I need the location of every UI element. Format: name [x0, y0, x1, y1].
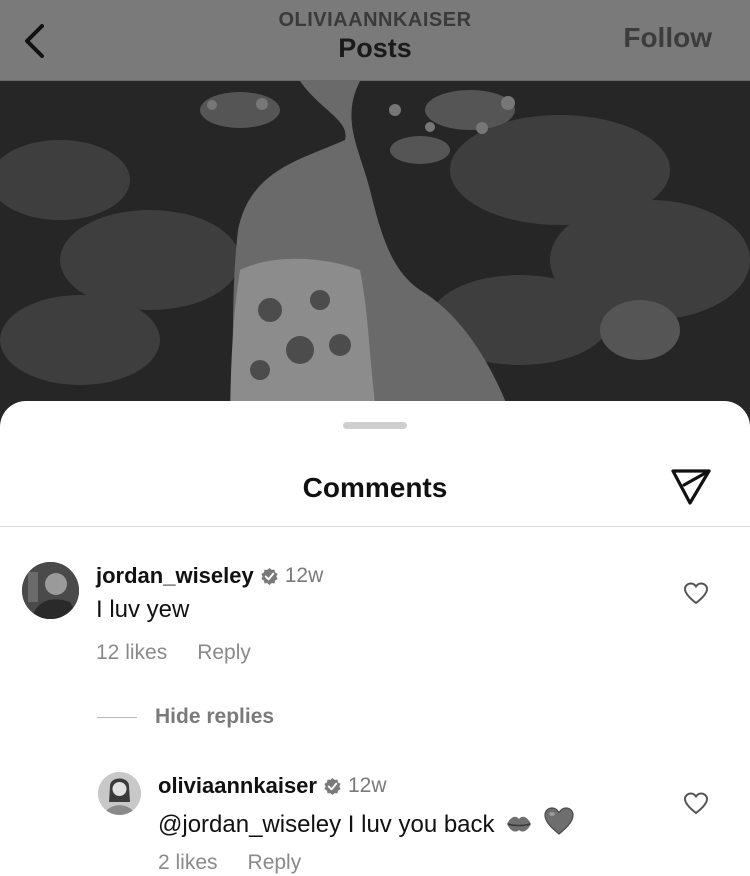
- like-button[interactable]: [683, 792, 709, 816]
- top-header: OLIVIAANNKAISER Posts Follow: [0, 0, 750, 81]
- reply-time: 12w: [347, 774, 387, 797]
- heart-icon: [543, 806, 575, 843]
- hide-replies-button[interactable]: Hide replies: [97, 705, 274, 729]
- comments-title: Comments: [302, 472, 448, 503]
- reply-meta: oliviaannkaiser 12w: [158, 773, 387, 799]
- kiss-mark-icon: [505, 812, 533, 843]
- comments-sheet: Comments jordan_wiseley 12w I luv yew 12…: [0, 401, 750, 876]
- heart-outline-icon: [683, 582, 709, 605]
- sheet-divider: [0, 526, 750, 527]
- comment-meta: jordan_wiseley 12w: [96, 563, 323, 589]
- reply-button[interactable]: Reply: [197, 641, 251, 665]
- reply-actions: 2 likes Reply: [158, 851, 301, 875]
- comment-likes[interactable]: 12 likes: [96, 641, 167, 665]
- comment-actions: 12 likes Reply: [96, 641, 251, 665]
- avatar[interactable]: [98, 772, 141, 815]
- comment-time: 12w: [284, 564, 324, 587]
- heart-outline-icon: [683, 792, 709, 815]
- like-button[interactable]: [683, 582, 709, 606]
- reply-text-row: @jordan_wiseley I luv you back: [158, 806, 575, 843]
- comment-text: I luv yew: [96, 596, 190, 623]
- verified-badge-icon: [323, 777, 342, 796]
- reply-username[interactable]: oliviaannkaiser: [158, 773, 317, 799]
- reply-button[interactable]: Reply: [248, 851, 302, 875]
- verified-badge-icon: [260, 567, 279, 586]
- paper-plane-icon: [671, 469, 711, 505]
- reply-text: @jordan_wiseley I luv you back: [158, 811, 495, 838]
- hide-replies-label: Hide replies: [155, 705, 275, 728]
- comment-username[interactable]: jordan_wiseley: [96, 563, 254, 589]
- hide-replies-line: [97, 716, 137, 718]
- reply-likes[interactable]: 2 likes: [158, 851, 218, 875]
- sheet-grabber[interactable]: [343, 422, 407, 429]
- share-button[interactable]: [668, 465, 714, 509]
- avatar[interactable]: [22, 562, 79, 619]
- avatar-photo: [22, 562, 79, 619]
- avatar-photo: [98, 772, 141, 815]
- follow-button[interactable]: Follow: [623, 22, 712, 54]
